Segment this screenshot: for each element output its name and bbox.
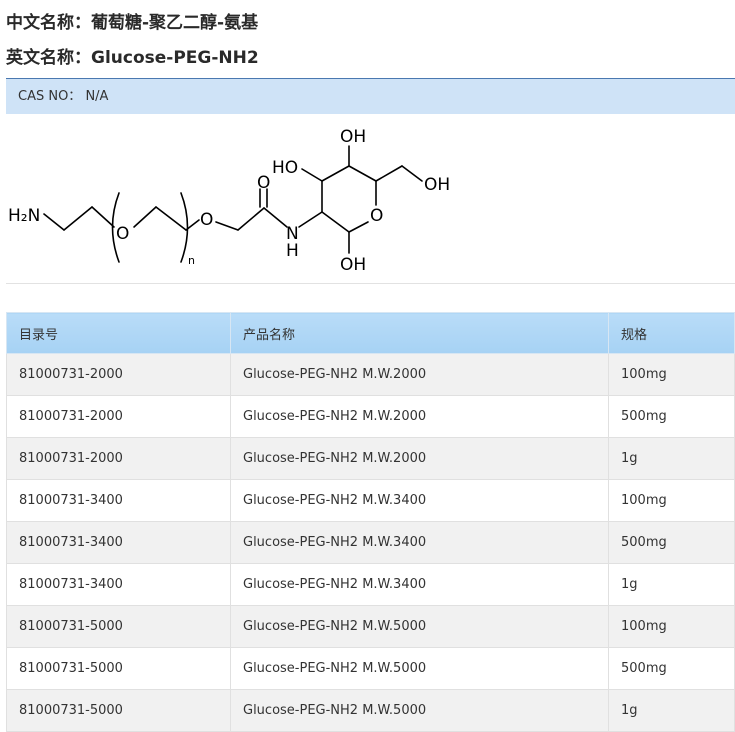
repeat-unit-label: n — [188, 254, 195, 267]
english-name-label: 英文名称： — [6, 48, 91, 68]
ring-oxygen: O — [370, 206, 383, 226]
catalog-number-cell: 81000731-3400 — [6, 563, 231, 606]
cas-label: CAS NO： — [18, 89, 82, 104]
catalog-number-cell: 81000731-2000 — [6, 353, 231, 396]
column-header-product-name: 产品名称 — [230, 312, 609, 354]
product-name-cell: Glucose-PEG-NH2 M.W.5000 — [230, 647, 609, 690]
hydroxyl-bottom: OH — [340, 255, 366, 275]
specification-cell: 500mg — [608, 647, 735, 690]
product-table: 目录号 产品名称 规格 81000731-2000 Glucose-PEG-NH… — [6, 312, 735, 732]
table-row: 81000731-3400 Glucose-PEG-NH2 M.W.3400 1… — [6, 563, 735, 606]
ether-oxygen-1: O — [116, 224, 129, 244]
catalog-number-cell: 81000731-5000 — [6, 647, 231, 690]
chemical-structure: H₂N O n O O N H O OH HO OH OH — [0, 115, 735, 283]
table-row: 81000731-5000 Glucose-PEG-NH2 M.W.5000 1… — [6, 605, 735, 648]
table-row: 81000731-2000 Glucose-PEG-NH2 M.W.2000 5… — [6, 395, 735, 438]
column-header-catalog-number: 目录号 — [6, 312, 231, 354]
catalog-number-cell: 81000731-5000 — [6, 689, 231, 732]
table-row: 81000731-5000 Glucose-PEG-NH2 M.W.5000 5… — [6, 647, 735, 690]
structure-diagram: H₂N O n O O N H O OH HO OH OH — [8, 127, 450, 275]
hydroxyl-right: OH — [424, 175, 450, 195]
cas-number-bar: CAS NO： N/A — [6, 78, 735, 114]
product-name-cell: Glucose-PEG-NH2 M.W.2000 — [230, 353, 609, 396]
product-name-cell: Glucose-PEG-NH2 M.W.2000 — [230, 395, 609, 438]
product-name-cell: Glucose-PEG-NH2 M.W.3400 — [230, 563, 609, 606]
english-name-value: Glucose-PEG-NH2 — [91, 48, 259, 68]
specification-cell: 1g — [608, 437, 735, 480]
table-row: 81000731-5000 Glucose-PEG-NH2 M.W.5000 1… — [6, 689, 735, 732]
product-name-cell: Glucose-PEG-NH2 M.W.3400 — [230, 479, 609, 522]
product-name-cell: Glucose-PEG-NH2 M.W.5000 — [230, 689, 609, 732]
catalog-number-cell: 81000731-2000 — [6, 395, 231, 438]
table-row: 81000731-2000 Glucose-PEG-NH2 M.W.2000 1… — [6, 353, 735, 396]
product-name-cell: Glucose-PEG-NH2 M.W.2000 — [230, 437, 609, 480]
specification-cell: 1g — [608, 563, 735, 606]
column-header-specification: 规格 — [608, 312, 735, 354]
specification-cell: 500mg — [608, 395, 735, 438]
product-name-cell: Glucose-PEG-NH2 M.W.5000 — [230, 605, 609, 648]
catalog-number-cell: 81000731-3400 — [6, 479, 231, 522]
specification-cell: 500mg — [608, 521, 735, 564]
chinese-name-line: 中文名称：葡萄糖-聚乙二醇-氨基 — [6, 8, 258, 33]
specification-cell: 1g — [608, 689, 735, 732]
hydroxyl-top: OH — [340, 127, 366, 147]
product-name-cell: Glucose-PEG-NH2 M.W.3400 — [230, 521, 609, 564]
table-row: 81000731-3400 Glucose-PEG-NH2 M.W.3400 1… — [6, 479, 735, 522]
carbonyl-oxygen: O — [257, 173, 270, 193]
cas-value: N/A — [85, 89, 109, 104]
table-header-row: 目录号 产品名称 规格 — [6, 312, 735, 354]
chinese-name-value: 葡萄糖-聚乙二醇-氨基 — [91, 13, 259, 33]
table-row: 81000731-2000 Glucose-PEG-NH2 M.W.2000 1… — [6, 437, 735, 480]
table-row: 81000731-3400 Glucose-PEG-NH2 M.W.3400 5… — [6, 521, 735, 564]
catalog-number-cell: 81000731-2000 — [6, 437, 231, 480]
hydroxyl-left: HO — [272, 158, 298, 178]
structure-divider — [6, 283, 735, 284]
catalog-number-cell: 81000731-3400 — [6, 521, 231, 564]
english-name-line: 英文名称：Glucose-PEG-NH2 — [6, 43, 259, 68]
ether-oxygen-2: O — [200, 210, 213, 230]
chinese-name-label: 中文名称： — [6, 13, 91, 33]
specification-cell: 100mg — [608, 353, 735, 396]
amide-hydrogen: H — [286, 241, 299, 261]
catalog-number-cell: 81000731-5000 — [6, 605, 231, 648]
amine-label: H₂N — [8, 206, 40, 226]
specification-cell: 100mg — [608, 479, 735, 522]
specification-cell: 100mg — [608, 605, 735, 648]
